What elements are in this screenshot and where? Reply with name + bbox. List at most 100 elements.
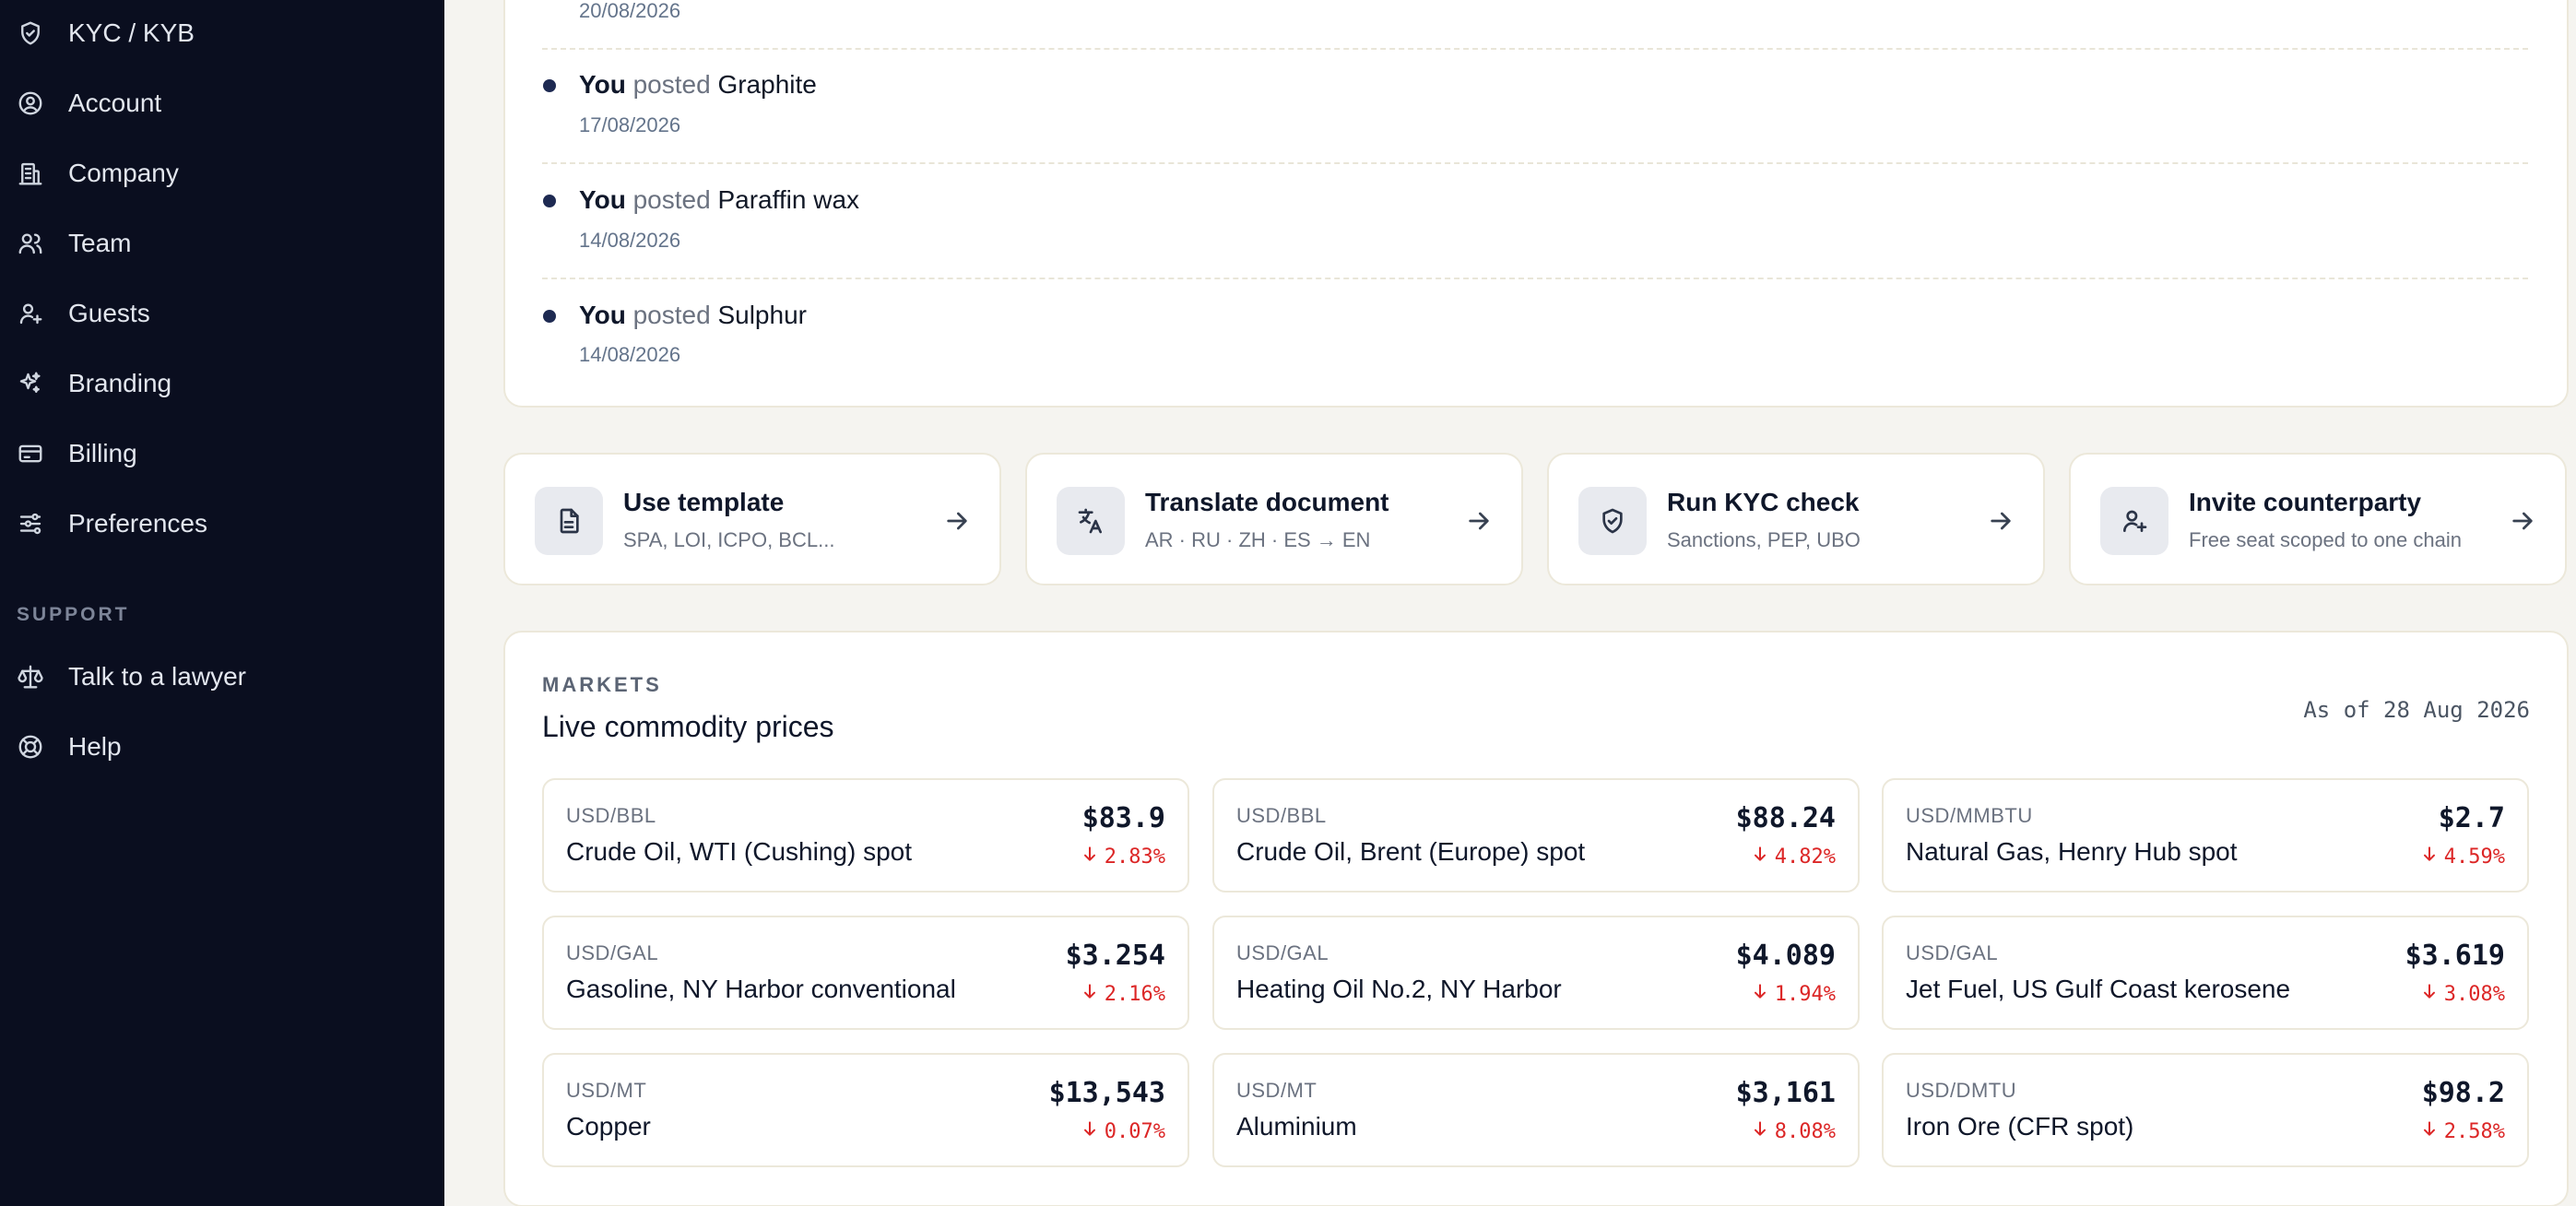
arrow-right-icon [1464, 506, 1494, 536]
user-circle-icon [17, 89, 44, 117]
commodity-tile[interactable]: USD/MT Copper $13,543 0.07% [542, 1053, 1189, 1167]
commodity-tile[interactable]: USD/GAL Heating Oil No.2, NY Harbor $4.089… [1212, 916, 1860, 1030]
activity-verb: posted [632, 185, 711, 214]
scale-icon [17, 663, 44, 691]
activity-text: You posted Sulphur [579, 301, 807, 330]
arrow-down-icon [1081, 845, 1105, 869]
shield-check-icon [17, 19, 44, 47]
sidebar-item-branding[interactable]: Branding [17, 361, 422, 407]
action-subtitle: AR · RU · ZH · ES → EN [1145, 528, 1371, 551]
commodity-tile[interactable]: USD/BBL Crude Oil, Brent (Europe) spot $88… [1212, 778, 1860, 893]
sidebar-item-label: Help [68, 732, 122, 761]
document-icon [535, 487, 603, 555]
sidebar-item-label: KYC / KYB [68, 18, 195, 47]
sidebar-item-account[interactable]: Account [17, 80, 422, 126]
sidebar-item-billing[interactable]: Billing [17, 431, 422, 477]
commodity-name: Crude Oil, Brent (Europe) spot [1236, 837, 1586, 866]
commodity-price: $2.7 [2438, 802, 2505, 834]
commodity-price: $4.089 [1735, 940, 1836, 972]
arrow-down-icon [2420, 845, 2444, 869]
activity-object[interactable]: Graphite [717, 70, 816, 99]
commodity-unit: USD/BBL [1236, 804, 1327, 827]
commodity-price: $88.24 [1735, 802, 1836, 834]
translate-icon [1057, 487, 1125, 555]
commodity-name: Natural Gas, Henry Hub spot [1906, 837, 2238, 866]
arrow-down-icon [1751, 1119, 1775, 1143]
sidebar-item-company[interactable]: Company [17, 150, 422, 196]
action-subtitle: Sanctions, PEP, UBO [1667, 528, 1861, 551]
sidebar-item-preferences[interactable]: Preferences [17, 501, 422, 547]
commodity-tile[interactable]: USD/GAL Gasoline, NY Harbor conventional $… [542, 916, 1189, 1030]
sidebar-item-kyc-kyb[interactable]: KYC / KYB [17, 10, 422, 56]
commodity-name: Jet Fuel, US Gulf Coast kerosene [1906, 975, 2291, 1003]
commodity-name: Gasoline, NY Harbor conventional [566, 975, 956, 1003]
activity-object[interactable]: Paraffin wax [717, 185, 859, 214]
commodity-change: 2.16% [1081, 982, 1165, 1006]
activity-verb: posted [632, 70, 711, 99]
commodity-tile[interactable]: USD/DMTU Iron Ore (CFR spot) $98.2 2.58% [1882, 1053, 2529, 1167]
commodity-tile[interactable]: USD/MT Aluminium $3,161 8.08% [1212, 1053, 1860, 1167]
arrow-down-icon [2420, 1119, 2444, 1143]
commodity-name: Aluminium [1236, 1112, 1357, 1141]
commodity-price: $3.254 [1065, 940, 1165, 972]
markets-title: Live commodity prices [542, 710, 834, 743]
activity-date: 14/08/2026 [579, 343, 681, 366]
commodity-change: 8.08% [1751, 1119, 1836, 1143]
commodity-tile[interactable]: USD/GAL Jet Fuel, US Gulf Coast kerosene $… [1882, 916, 2529, 1030]
action-title: Use template [623, 488, 785, 516]
commodity-unit: USD/BBL [566, 804, 656, 827]
sidebar: KYC / KYB Account Company Team Guests Br… [0, 0, 444, 1206]
commodity-unit: USD/MMBTU [1906, 804, 2033, 827]
commodity-name: Copper [566, 1112, 651, 1141]
translate-document-card[interactable]: Translate document AR · RU · ZH · ES → E… [1025, 453, 1523, 585]
activity-actor: You [579, 301, 626, 329]
change-value: 8.08% [1774, 1119, 1836, 1143]
commodity-change: 4.59% [2420, 845, 2505, 869]
action-title: Run KYC check [1667, 488, 1860, 516]
sidebar-item-label: Talk to a lawyer [68, 662, 246, 691]
sidebar-item-help[interactable]: Help [17, 724, 422, 770]
commodity-change: 2.58% [2420, 1119, 2505, 1143]
markets-kicker: MARKETS [542, 673, 662, 696]
commodity-tile[interactable]: USD/BBL Crude Oil, WTI (Cushing) spot $83.… [542, 778, 1189, 893]
invite-counterparty-card[interactable]: Invite counterparty Free seat scoped to … [2069, 453, 2567, 585]
activity-text: You posted Graphite [579, 70, 817, 100]
change-value: 0.07% [1104, 1119, 1165, 1143]
commodity-change: 0.07% [1081, 1119, 1165, 1143]
sliders-icon [17, 510, 44, 538]
run-kyc-check-card[interactable]: Run KYC check Sanctions, PEP, UBO [1547, 453, 2045, 585]
sidebar-item-label: Company [68, 159, 179, 187]
sidebar-item-label: Preferences [68, 509, 207, 538]
commodity-tile[interactable]: USD/MMBTU Natural Gas, Henry Hub spot $2.7… [1882, 778, 2529, 893]
sidebar-item-talk-to-a-lawyer[interactable]: Talk to a lawyer [17, 654, 422, 700]
divider [542, 278, 2528, 279]
sidebar-section-support: SUPPORT [17, 604, 130, 625]
shield-check-icon [1578, 487, 1647, 555]
action-subtitle: SPA, LOI, ICPO, BCL... [623, 528, 835, 551]
action-title: Translate document [1145, 488, 1389, 516]
sidebar-item-label: Billing [68, 439, 137, 467]
commodity-price: $98.2 [2421, 1077, 2505, 1109]
activity-date: 17/08/2026 [579, 113, 681, 136]
change-value: 2.16% [1104, 982, 1165, 1006]
change-value: 4.82% [1774, 845, 1836, 869]
change-value: 4.59% [2443, 845, 2505, 869]
sidebar-item-guests[interactable]: Guests [17, 290, 422, 337]
sidebar-item-label: Guests [68, 299, 150, 327]
commodity-change: 2.83% [1081, 845, 1165, 869]
arrow-down-icon [1081, 982, 1105, 1006]
commodity-unit: USD/DMTU [1906, 1079, 2017, 1102]
commodity-unit: USD/GAL [1906, 941, 1999, 964]
arrow-right-icon [2508, 506, 2537, 536]
commodity-name: Iron Ore (CFR spot) [1906, 1112, 2134, 1141]
commodity-name: Heating Oil No.2, NY Harbor [1236, 975, 1562, 1003]
commodity-price: $13,543 [1048, 1077, 1165, 1109]
arrow-down-icon [1081, 1119, 1105, 1143]
commodity-price: $83.9 [1081, 802, 1165, 834]
activity-date: 14/08/2026 [579, 229, 681, 252]
arrow-down-icon [1751, 845, 1775, 869]
use-template-card[interactable]: Use template SPA, LOI, ICPO, BCL... [503, 453, 1001, 585]
sidebar-item-team[interactable]: Team [17, 220, 422, 266]
building-icon [17, 160, 44, 187]
activity-object[interactable]: Sulphur [717, 301, 807, 329]
